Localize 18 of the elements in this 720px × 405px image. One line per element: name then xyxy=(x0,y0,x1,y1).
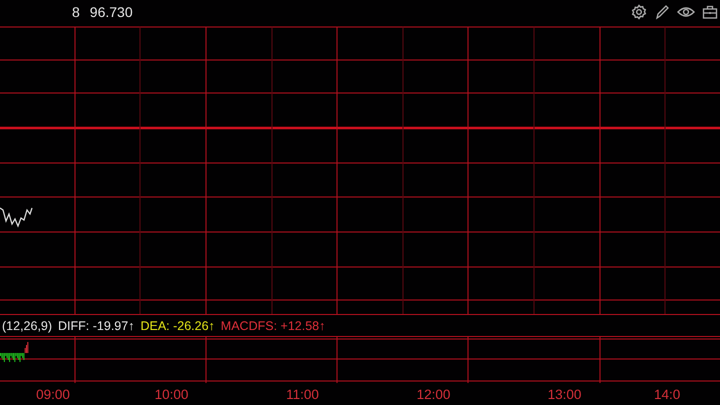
price-value: 96.730 xyxy=(90,4,133,20)
time-label: 11:00 xyxy=(285,386,320,402)
time-label: 14:0 xyxy=(653,386,680,402)
time-label: 13:00 xyxy=(546,386,582,402)
price-value: 8 xyxy=(72,4,80,20)
toolbox-icon[interactable] xyxy=(702,4,718,20)
time-label: 12:00 xyxy=(416,386,452,402)
time-label: 09:00 xyxy=(35,386,71,402)
eye-icon[interactable] xyxy=(677,5,695,19)
pen-icon[interactable] xyxy=(654,4,670,20)
time-label: 10:00 xyxy=(154,386,190,402)
settings-icon[interactable] xyxy=(631,4,647,20)
macd-histogram xyxy=(0,342,28,362)
indicator-value: DIFF: -19.97↑ xyxy=(58,318,134,332)
indicator-value: MACDFS: +12.58↑ xyxy=(220,318,326,332)
indicator-value: DEA: -26.26↑ xyxy=(140,318,215,332)
indicator-value: (12,26,9) xyxy=(2,318,52,332)
price-line xyxy=(0,208,33,228)
